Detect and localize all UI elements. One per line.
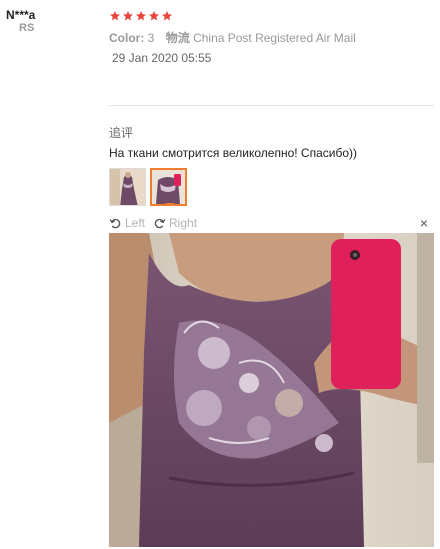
photo-thumbnails <box>109 168 187 206</box>
shipping-value: China Post Registered Air Mail <box>193 31 356 45</box>
rotate-left-icon <box>109 218 121 228</box>
review-body: Color: 3 物流 China Post Registered Air Ma… <box>109 8 434 65</box>
reviewer-name: N***a <box>6 8 36 22</box>
viewer-toolbar: Left Right × <box>109 213 434 234</box>
divider <box>109 105 434 106</box>
close-icon[interactable]: × <box>420 215 428 231</box>
rotate-right-icon <box>154 218 166 228</box>
followup-text: На ткани смотрится великолепно! Спасибо)… <box>109 146 357 160</box>
followup-title: 追评 <box>109 126 134 140</box>
thumbnail-image <box>152 170 185 204</box>
star-icon <box>149 11 159 21</box>
star-icon <box>162 11 172 21</box>
star-icon <box>136 11 146 21</box>
rotate-left-button[interactable]: Left <box>109 216 145 230</box>
reviewer-country: RS <box>19 22 35 34</box>
color-value: 3 <box>147 31 155 45</box>
star-rating <box>109 8 434 24</box>
review-photo <box>109 233 434 547</box>
rotate-right-button[interactable]: Right <box>153 216 197 230</box>
order-info: Color: 3 物流 China Post Registered Air Ma… <box>109 29 434 46</box>
color-label: Color: <box>109 31 145 45</box>
shipping-label: 物流 <box>165 31 190 45</box>
review-date: 29 Jan 2020 05:55 <box>112 51 212 65</box>
star-icon <box>123 11 133 21</box>
rotate-left-label: Left <box>125 216 146 230</box>
rotate-right-label: Right <box>169 216 198 230</box>
photo-thumbnail[interactable] <box>109 168 146 206</box>
star-icon <box>110 11 120 21</box>
thumbnail-image <box>110 169 145 205</box>
photo-viewer: Left Right × <box>109 213 434 547</box>
review-photo-image <box>109 233 434 547</box>
photo-thumbnail-selected[interactable] <box>150 168 187 206</box>
